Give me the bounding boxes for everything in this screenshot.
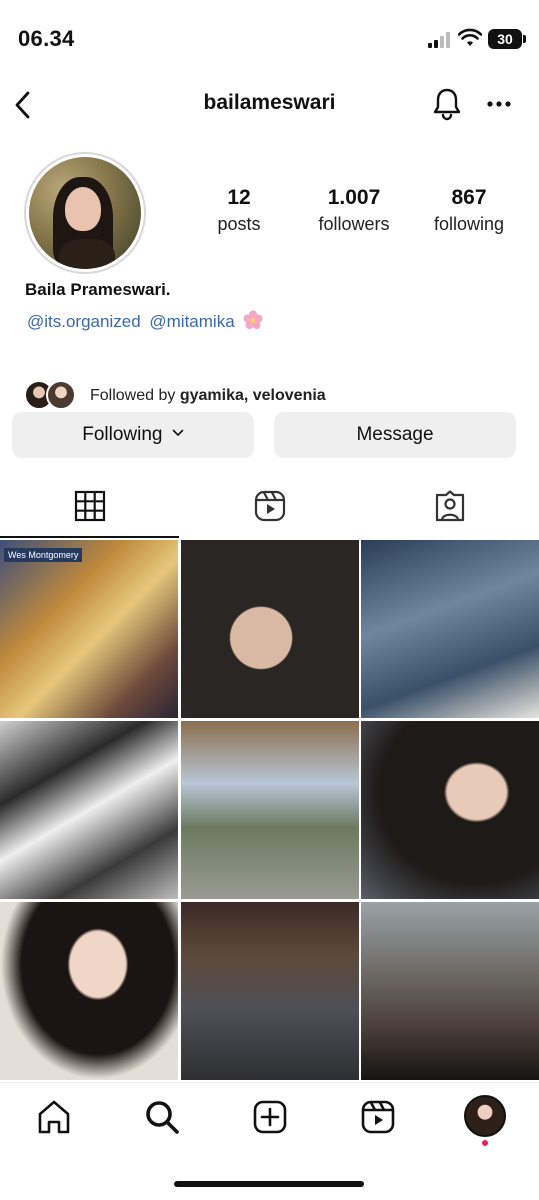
followed-by-text[interactable]: Followed by gyamika, velovenia [90, 387, 326, 405]
bottom-navigation [0, 1082, 539, 1152]
chevron-down-icon [172, 429, 184, 436]
tab-reels[interactable] [180, 484, 359, 538]
post-thumbnail[interactable] [181, 540, 359, 718]
mutual-followers-avatars[interactable] [24, 380, 78, 412]
post-thumbnail[interactable] [361, 540, 539, 718]
followers-count: 1.007 [327, 186, 381, 209]
message-button[interactable]: Message [274, 412, 516, 458]
battery-tip [523, 35, 526, 43]
battery-icon: 30 [488, 29, 522, 49]
following-stat[interactable]: 867 following [424, 186, 514, 236]
posts-label: posts [217, 214, 261, 234]
message-button-label: Message [356, 424, 434, 445]
tab-posts-grid[interactable] [0, 484, 179, 538]
reels-icon [254, 490, 286, 522]
bio-links: @its.organized @mitamika [27, 310, 263, 332]
profile-avatar[interactable] [24, 152, 146, 274]
following-button[interactable]: Following [12, 412, 254, 458]
status-time: 06.34 [18, 26, 75, 51]
post-thumbnail[interactable] [181, 902, 359, 1080]
post-thumbnail[interactable] [361, 721, 539, 899]
bio-mention-link[interactable]: @mitamika [149, 312, 234, 331]
posts-count: 12 [227, 186, 251, 209]
post-thumbnail[interactable] [0, 902, 178, 1080]
tab-tagged[interactable] [360, 484, 539, 538]
followers-label: followers [318, 214, 390, 234]
post-thumbnail[interactable] [0, 721, 178, 899]
followed-by-prefix: Followed by [90, 387, 180, 404]
cherry-blossom-icon [243, 310, 263, 329]
posts-grid: Wes Montgomery [0, 540, 539, 1080]
post-thumbnail[interactable] [181, 721, 359, 899]
tagged-person-icon [435, 490, 465, 522]
profile-full-name: Baila Prameswari. [25, 280, 171, 299]
profile-header: bailameswari [0, 78, 539, 132]
more-options-icon[interactable] [484, 92, 514, 116]
followed-by-names: gyamika, velovenia [179, 387, 326, 404]
profile-avatar-image [29, 157, 141, 269]
cellular-signal-icon [428, 32, 454, 48]
reels-nav-icon[interactable] [358, 1097, 398, 1137]
post-thumbnail[interactable]: Wes Montgomery [0, 540, 178, 718]
bio-mention-link[interactable]: @its.organized [27, 312, 141, 331]
post-text-overlay: Wes Montgomery [4, 548, 83, 562]
following-button-label: Following [82, 424, 163, 445]
mutual-follower-avatar [46, 380, 76, 410]
profile-content-tabs [0, 484, 539, 538]
posts-stat[interactable]: 12 posts [205, 186, 273, 236]
notification-dot [482, 1140, 488, 1146]
grid-icon [74, 490, 106, 522]
home-indicator [174, 1181, 364, 1187]
followers-stat[interactable]: 1.007 followers [306, 186, 402, 236]
post-thumbnail[interactable] [361, 902, 539, 1080]
profile-nav-avatar[interactable] [464, 1095, 506, 1137]
create-post-icon[interactable] [250, 1097, 290, 1137]
home-icon[interactable] [34, 1097, 74, 1137]
search-icon[interactable] [142, 1097, 182, 1137]
status-bar: 06.34 30 [0, 0, 539, 78]
following-label: following [433, 214, 505, 234]
wifi-icon [458, 28, 482, 46]
following-count: 867 [451, 186, 487, 209]
notification-bell-icon[interactable] [430, 86, 464, 122]
